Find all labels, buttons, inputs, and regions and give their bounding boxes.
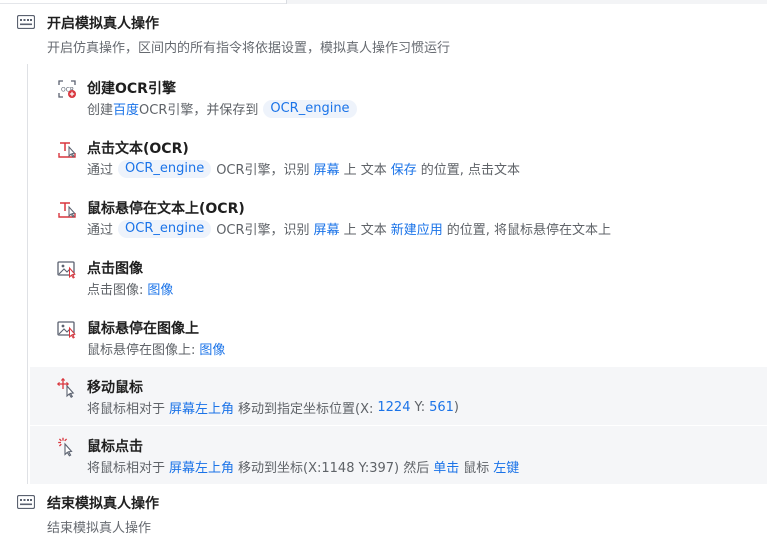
- step-title: 移动鼠标: [87, 380, 143, 396]
- click-type-link[interactable]: 单击: [433, 457, 459, 476]
- desc-text: 将鼠标相对于: [87, 461, 166, 476]
- desc-text: 移动到指定坐标位置(X:: [238, 402, 374, 417]
- reference-link[interactable]: 屏幕左上角: [169, 457, 234, 476]
- mouse-button-link[interactable]: 左键: [493, 457, 519, 476]
- desc-text: 鼠标悬停在图像上:: [87, 343, 196, 358]
- mouse-move-icon: [57, 378, 75, 398]
- block-start-icon: [17, 15, 35, 29]
- step-click-text-ocr[interactable]: 点击文本(OCR) 通过 OCR_engine OCR引擎，识别 屏幕 上 文本…: [30, 128, 767, 186]
- desc-text: 点击图像:: [87, 283, 144, 298]
- variable-chip[interactable]: OCR_engine: [118, 219, 212, 238]
- variable-chip[interactable]: OCR_engine: [118, 159, 212, 178]
- step-create-ocr-engine[interactable]: OCR 创建OCR引擎 创建 百度 OCR引擎，并保存到 OCR_engine: [30, 68, 767, 126]
- step-desc: 将鼠标相对于 屏幕左上角 移动到指定坐标位置(X: 1224 Y: 561 ): [87, 398, 459, 417]
- step-title: 鼠标点击: [87, 439, 143, 455]
- reference-link[interactable]: 屏幕左上角: [169, 398, 234, 417]
- step-desc: 创建 百度 OCR引擎，并保存到 OCR_engine: [87, 99, 362, 118]
- top-tab-strip: [0, 0, 767, 4]
- image-hover-icon: [57, 321, 76, 339]
- start-simulation-block[interactable]: 开启模拟真人操作 开启仿真操作，区间内的所有指令将依据设置，模拟真人操作习惯运行: [0, 8, 767, 62]
- ocr-click-text-icon: [58, 142, 76, 158]
- step-desc: 通过 OCR_engine OCR引擎，识别 屏幕 上 文本 保存 的位置, 点…: [87, 159, 520, 178]
- end-block-desc: 结束模拟真人操作: [47, 521, 152, 536]
- desc-text: 将鼠标相对于: [87, 402, 166, 417]
- inactive-tab-edge: [287, 0, 767, 4]
- step-move-mouse[interactable]: 移动鼠标 将鼠标相对于 屏幕左上角 移动到指定坐标位置(X: 1224 Y: 5…: [30, 367, 767, 425]
- target-text-link[interactable]: 保存: [391, 159, 417, 178]
- active-tab-edge: [0, 0, 286, 4]
- ocr-provider-link[interactable]: 百度: [113, 99, 139, 118]
- desc-text: OCR引擎，并保存到: [139, 103, 259, 118]
- start-block-title: 开启模拟真人操作: [47, 16, 159, 32]
- desc-text: 的位置, 点击文本: [420, 163, 520, 178]
- step-click-image[interactable]: 点击图像 点击图像: 图像: [30, 248, 767, 306]
- end-block-title: 结束模拟真人操作: [47, 496, 159, 512]
- ocr-hover-text-icon: [58, 202, 76, 218]
- desc-text: ): [453, 400, 459, 415]
- desc-text: 创建: [87, 103, 114, 118]
- step-title: 鼠标悬停在图像上: [87, 321, 199, 337]
- desc-text: 鼠标: [463, 461, 490, 476]
- step-hover-text-ocr[interactable]: 鼠标悬停在文本上(OCR) 通过 OCR_engine OCR引擎，识别 屏幕 …: [30, 188, 767, 246]
- image-link[interactable]: 图像: [199, 339, 225, 358]
- desc-text: 通过: [87, 223, 114, 238]
- mouse-click-icon: [58, 437, 73, 457]
- step-title: 创建OCR引擎: [87, 81, 176, 97]
- step-hover-image[interactable]: 鼠标悬停在图像上 鼠标悬停在图像上: 图像: [30, 308, 767, 366]
- step-mouse-click[interactable]: 鼠标点击 将鼠标相对于 屏幕左上角 移动到坐标(X:1148 Y:397) 然后…: [30, 426, 767, 484]
- step-desc: 通过 OCR_engine OCR引擎，识别 屏幕 上 文本 新建应用 的位置,…: [87, 219, 611, 238]
- block-end-icon: [17, 495, 35, 509]
- variable-chip[interactable]: OCR_engine: [263, 99, 357, 118]
- desc-text: OCR引擎，识别: [216, 223, 310, 238]
- target-text-link[interactable]: 新建应用: [391, 219, 443, 238]
- step-title: 点击图像: [87, 261, 143, 277]
- desc-text: 通过: [87, 163, 114, 178]
- desc-text: Y:: [414, 400, 426, 415]
- desc-text: OCR引擎，识别: [216, 163, 310, 178]
- step-desc: 点击图像: 图像: [87, 279, 173, 298]
- desc-text: 的位置, 将鼠标悬停在文本上: [446, 223, 611, 238]
- step-title: 点击文本(OCR): [87, 141, 189, 157]
- desc-text: 上 文本: [343, 223, 387, 238]
- step-desc: 将鼠标相对于 屏幕左上角 移动到坐标(X:1148 Y:397) 然后 单击 鼠…: [87, 457, 519, 476]
- target-screen-link[interactable]: 屏幕: [314, 159, 340, 178]
- start-block-desc: 开启仿真操作，区间内的所有指令将依据设置，模拟真人操作习惯运行: [47, 41, 451, 56]
- coord-y-link[interactable]: 561: [429, 400, 454, 415]
- block-scope-line: [27, 64, 28, 484]
- image-link[interactable]: 图像: [147, 279, 173, 298]
- ocr-engine-icon: OCR: [58, 80, 76, 98]
- end-simulation-block[interactable]: 结束模拟真人操作 结束模拟真人操作: [0, 488, 767, 544]
- coord-x-link[interactable]: 1224: [377, 400, 410, 415]
- desc-text: 移动到坐标(X:1148 Y:397) 然后: [238, 461, 430, 476]
- step-title: 鼠标悬停在文本上(OCR): [87, 201, 245, 217]
- desc-text: 上 文本: [343, 163, 387, 178]
- image-click-icon: [57, 261, 76, 279]
- step-desc: 鼠标悬停在图像上: 图像: [87, 339, 225, 358]
- target-screen-link[interactable]: 屏幕: [314, 219, 340, 238]
